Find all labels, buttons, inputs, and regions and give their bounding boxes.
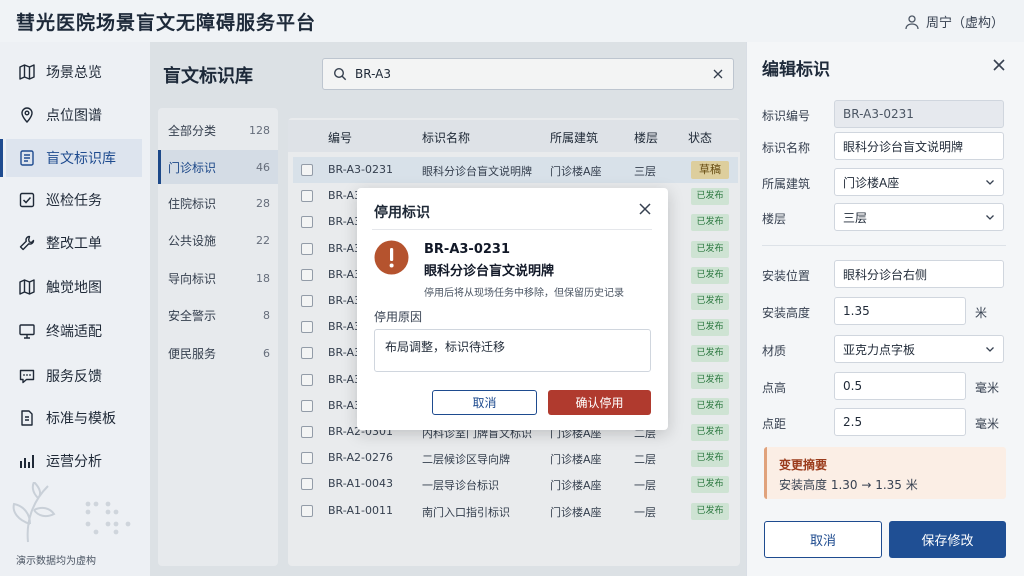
change-summary-title: 变更摘要: [779, 458, 828, 472]
wrench-icon: [19, 235, 35, 251]
location-field[interactable]: 眼科分诊台右侧: [834, 260, 1004, 288]
building-select[interactable]: 门诊楼A座: [834, 168, 1004, 196]
change-summary-detail: 安装高度 1.30 → 1.35 米: [779, 478, 918, 492]
sidebar-item-work-orders[interactable]: 整改工单: [6, 224, 142, 262]
map-icon: [19, 64, 35, 80]
save-button[interactable]: 保存修改: [889, 521, 1006, 558]
edit-panel-title: 编辑标识: [762, 60, 830, 80]
floor-select[interactable]: 三层: [834, 203, 1004, 231]
app-title: 彗光医院场景盲文无障碍服务平台: [16, 12, 317, 34]
dialog-note: 停用后将从现场任务中移除，但保留历史记录: [424, 288, 624, 299]
chevron-down-icon: [986, 215, 994, 220]
field-label-location: 安装位置: [762, 269, 811, 283]
document-list-icon: [20, 150, 34, 166]
sidebar-item-overview[interactable]: 场景总览: [6, 53, 142, 91]
field-label-floor: 楼层: [762, 212, 787, 226]
dot-spacing-field[interactable]: 2.5: [834, 408, 966, 436]
template-icon: [21, 410, 33, 426]
warning-icon: [374, 240, 409, 275]
chevron-down-icon: [986, 180, 994, 185]
field-label-material: 材质: [762, 344, 787, 358]
cancel-button[interactable]: 取消: [764, 521, 882, 558]
user-name: 周宁（虚构）: [925, 16, 1004, 31]
field-label-dot-spacing: 点距: [762, 417, 787, 431]
location-pin-icon: [21, 107, 33, 124]
field-label-code: 标识编号: [762, 109, 811, 123]
dot-height-field[interactable]: 0.5: [834, 372, 966, 400]
map-icon: [19, 279, 35, 295]
dialog-sign-code: BR-A3-0231: [424, 242, 510, 257]
chat-icon: [19, 369, 35, 384]
dialog-sign-name: 眼科分诊台盲文说明牌: [424, 264, 555, 279]
dialog-cancel-button[interactable]: 取消: [432, 390, 537, 415]
name-field[interactable]: 眼科分诊台盲文说明牌: [834, 132, 1004, 160]
divider: [762, 245, 1006, 246]
braille-leaf-decoration-icon: [12, 482, 131, 543]
sidebar-item-terminals[interactable]: 终端适配: [6, 312, 142, 350]
dialog-title: 停用标识: [374, 205, 430, 221]
material-select[interactable]: 亚克力点字板: [834, 335, 1004, 363]
code-field: BR-A3-0231: [834, 100, 1004, 128]
dot-spacing-unit: 毫米: [975, 417, 1000, 431]
close-icon[interactable]: [638, 202, 652, 216]
sidebar-item-tactile-map[interactable]: 触觉地图: [6, 268, 142, 306]
sidebar-item-points[interactable]: 点位图谱: [6, 96, 142, 134]
reason-label: 停用原因: [374, 310, 423, 324]
bar-chart-icon: [20, 455, 34, 468]
confirm-disable-button[interactable]: 确认停用: [548, 390, 651, 415]
height-unit: 米: [975, 306, 988, 320]
sidebar-footer-note: 演示数据均为虚构: [16, 556, 96, 567]
field-label-dot-height: 点高: [762, 381, 787, 395]
height-field[interactable]: 1.35: [834, 297, 966, 325]
user-icon: [905, 14, 919, 29]
field-label-name: 标识名称: [762, 141, 811, 155]
reason-textarea[interactable]: 布局调整，标识待迁移: [374, 329, 651, 372]
chevron-down-icon: [986, 347, 994, 352]
monitor-icon: [19, 324, 35, 339]
sidebar-item-standards[interactable]: 标准与模板: [6, 399, 142, 437]
sidebar-item-feedback[interactable]: 服务反馈: [6, 357, 142, 395]
field-label-height: 安装高度: [762, 306, 811, 320]
field-label-building: 所属建筑: [762, 177, 811, 191]
dot-height-unit: 毫米: [975, 381, 1000, 395]
user-menu[interactable]: 周宁（虚构）: [904, 12, 1004, 31]
sidebar-item-braille-library[interactable]: 盲文标识库: [0, 139, 142, 177]
checkbox-icon: [19, 192, 35, 208]
sidebar-item-inspection[interactable]: 巡检任务: [6, 181, 142, 219]
sidebar-item-analytics[interactable]: 运营分析: [6, 442, 142, 480]
close-icon[interactable]: [990, 56, 1008, 74]
dialog-divider: [372, 229, 652, 230]
